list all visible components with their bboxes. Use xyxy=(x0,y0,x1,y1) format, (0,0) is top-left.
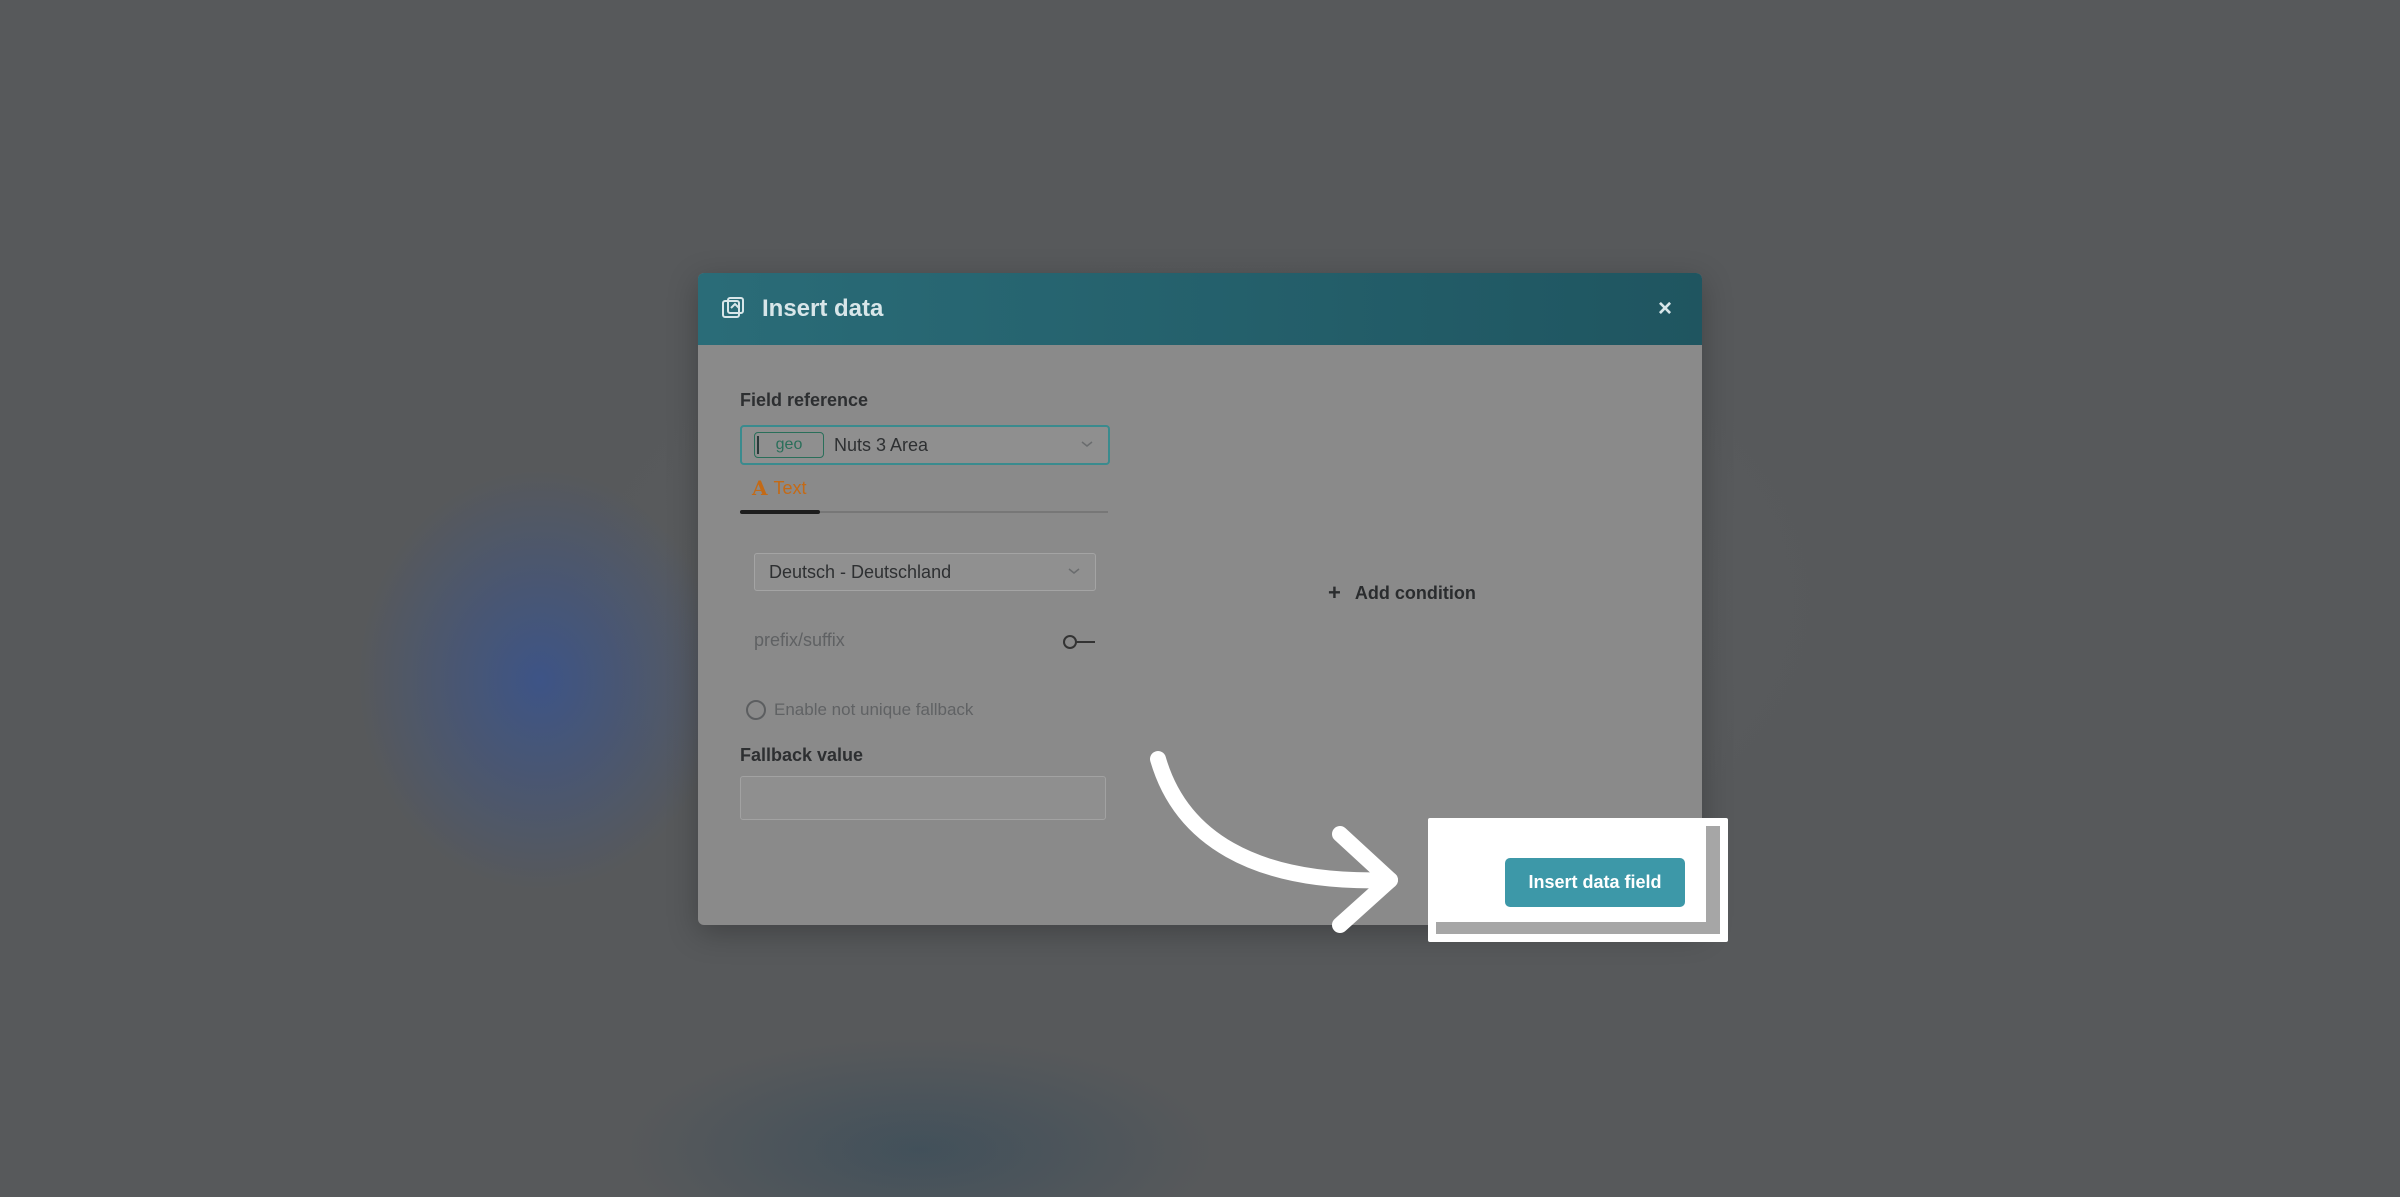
add-condition-button[interactable]: + Add condition xyxy=(1328,580,1476,606)
language-select[interactable]: Deutsch - Deutschland xyxy=(754,553,1096,591)
arrow-annotation-icon xyxy=(1140,745,1400,950)
fallback-value-input[interactable] xyxy=(740,776,1106,820)
tab-text-label: Text xyxy=(773,477,807,498)
fallback-value-label: Fallback value xyxy=(740,745,864,765)
prefix-suffix-label: prefix/suffix xyxy=(754,630,845,650)
add-condition-label: Add condition xyxy=(1354,582,1476,603)
dialog-title: Insert data xyxy=(762,295,884,322)
tab-text[interactable]: A Text xyxy=(752,476,807,500)
close-icon[interactable]: × xyxy=(1658,295,1672,323)
insert-data-icon xyxy=(720,296,746,322)
field-reference-value: Nuts 3 Area xyxy=(834,434,929,455)
fallback-not-unique-checkbox[interactable]: Enable not unique fallback xyxy=(746,700,973,720)
insert-data-field-button[interactable]: Insert data field xyxy=(1505,858,1685,907)
radio-icon xyxy=(746,700,766,720)
plus-icon: + xyxy=(1328,580,1341,605)
fallback-not-unique-label: Enable not unique fallback xyxy=(774,700,974,719)
field-reference-label: Field reference xyxy=(740,390,869,410)
chevron-down-icon xyxy=(1067,563,1081,581)
text-format-icon: A xyxy=(752,476,768,500)
tab-active-indicator xyxy=(740,510,820,514)
language-value: Deutsch - Deutschland xyxy=(769,561,952,582)
prefix-suffix-toggle[interactable] xyxy=(1062,633,1096,656)
chevron-down-icon xyxy=(1080,436,1094,454)
dialog-header: Insert data × xyxy=(698,273,1702,345)
geo-tag: geo xyxy=(754,432,824,458)
field-reference-select[interactable]: geo Nuts 3 Area xyxy=(740,425,1110,465)
